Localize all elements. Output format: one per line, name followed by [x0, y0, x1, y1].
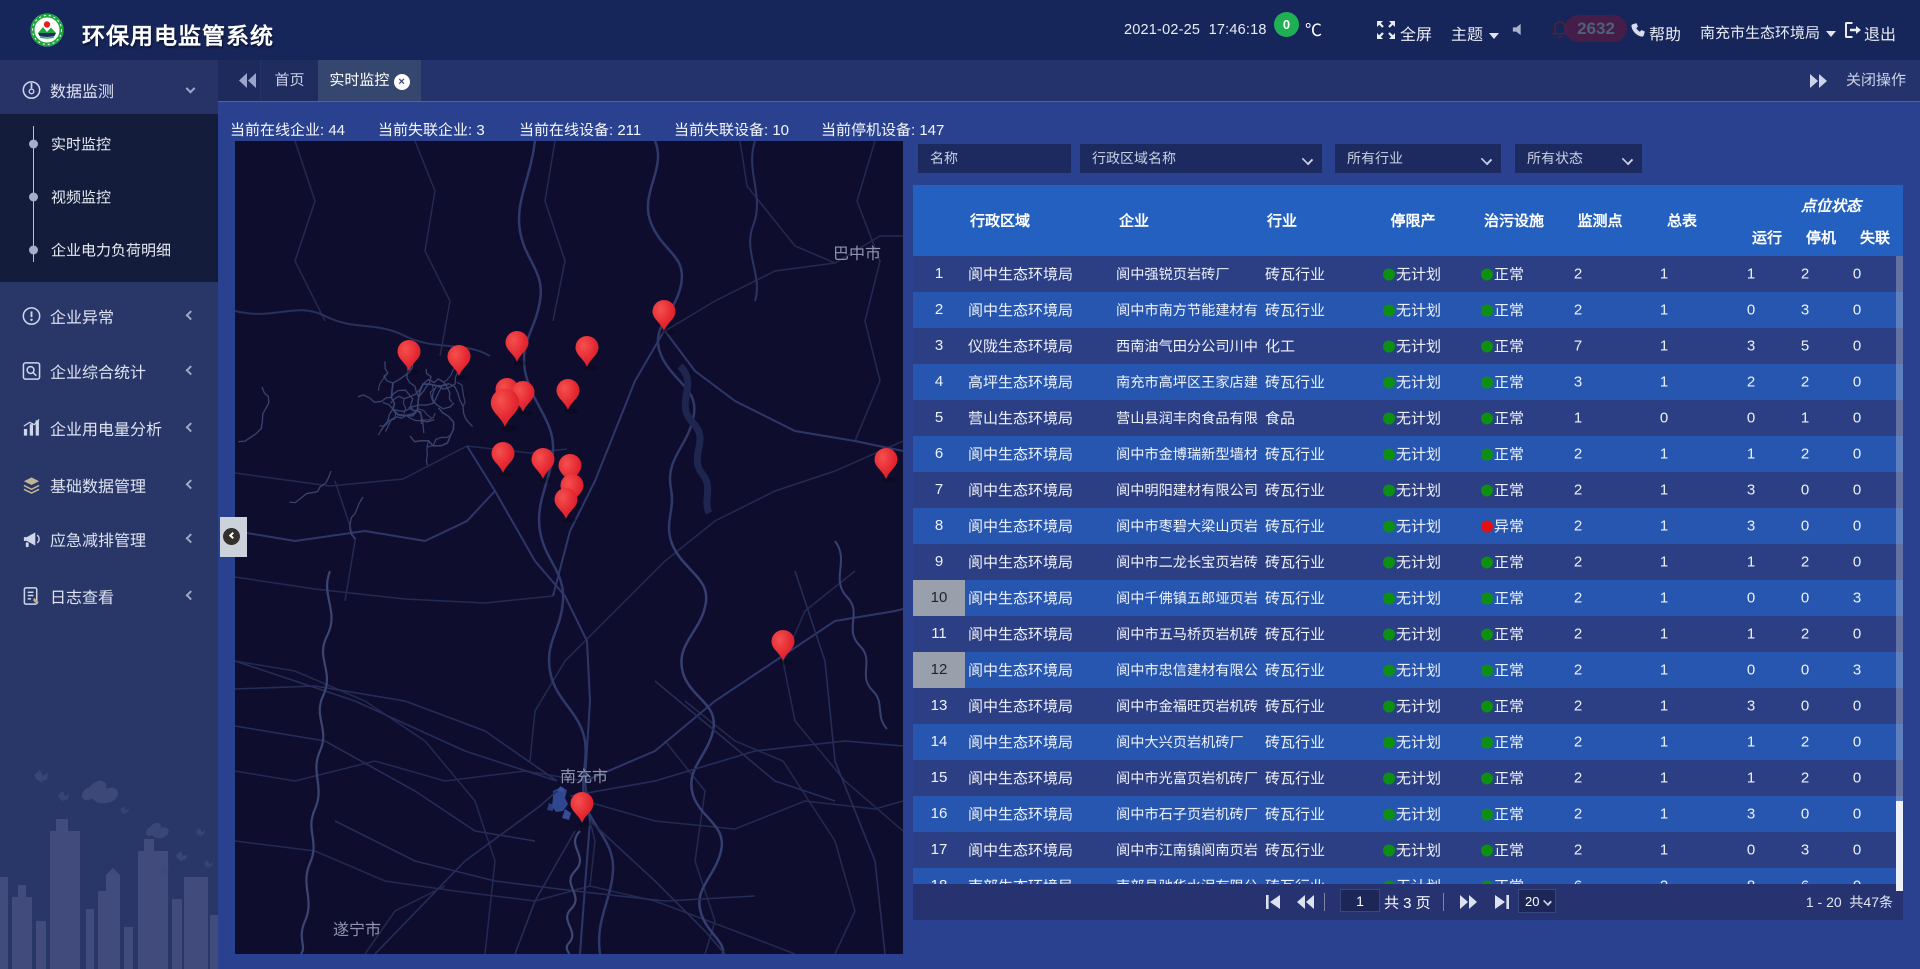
svg-text:南充市: 南充市	[560, 768, 608, 786]
svg-text:巴中市: 巴中市	[833, 245, 881, 263]
svg-text:遂宁市: 遂宁市	[333, 921, 381, 939]
